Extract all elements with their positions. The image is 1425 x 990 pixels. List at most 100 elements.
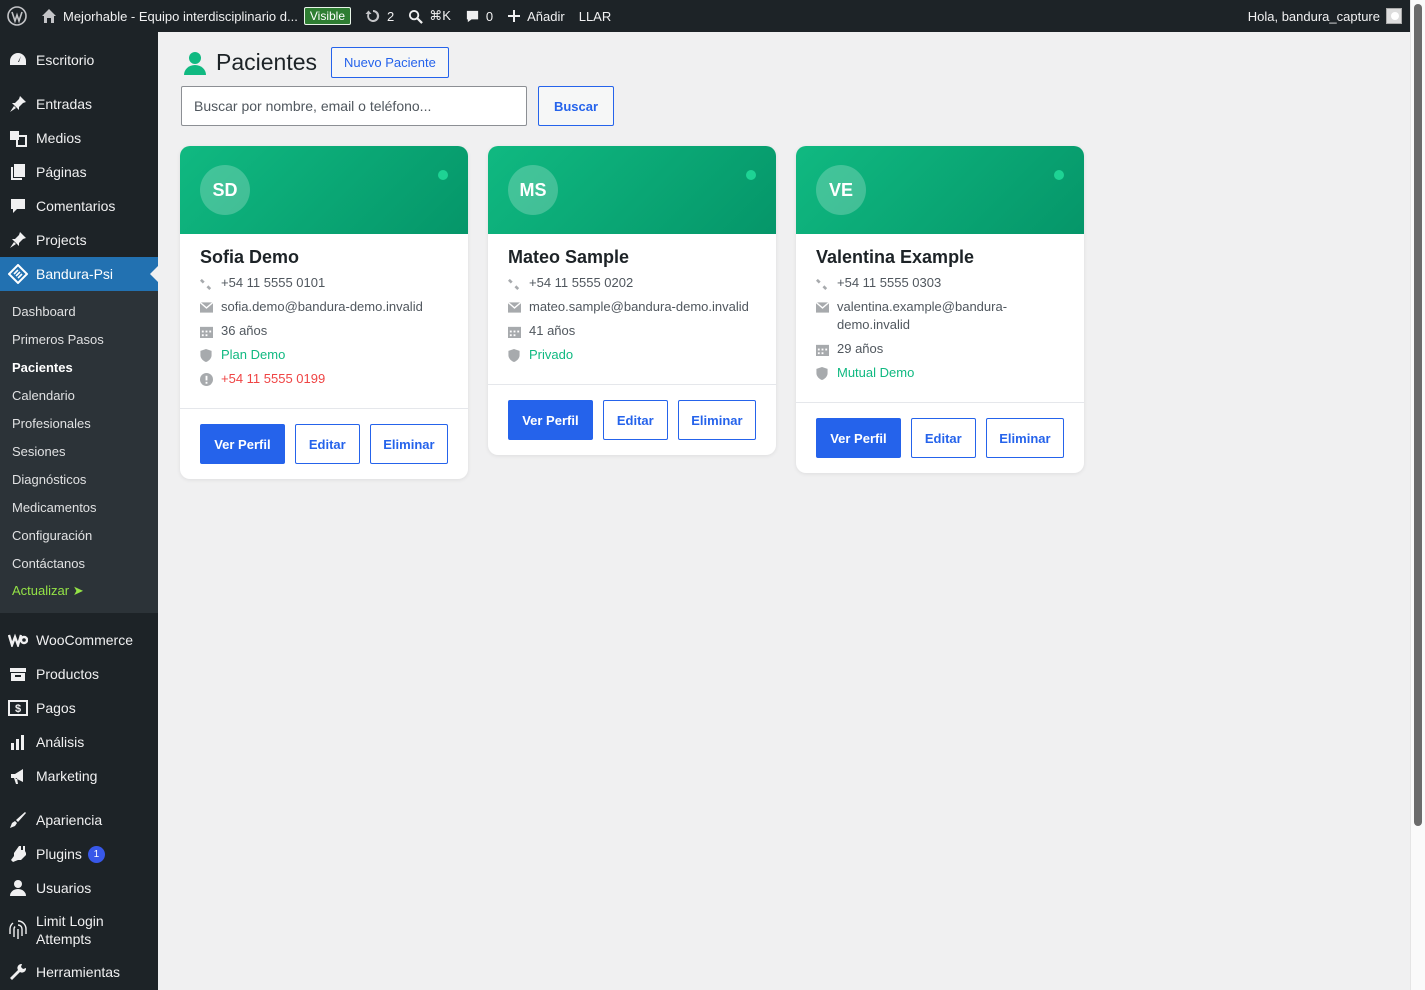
- menu-label: Análisis: [36, 734, 85, 750]
- menu-item-escritorio[interactable]: Escritorio: [0, 43, 158, 77]
- delete-button[interactable]: Eliminar: [985, 418, 1064, 458]
- view-profile-button[interactable]: Ver Perfil: [508, 400, 593, 440]
- menu-label: Pagos: [36, 700, 76, 716]
- menu-label: Escritorio: [36, 52, 95, 68]
- menu-item-usuarios[interactable]: Usuarios: [0, 871, 158, 905]
- plus-icon: [507, 9, 521, 23]
- menu-item-limit-login-attempts[interactable]: Limit Login Attempts: [0, 905, 158, 955]
- phone-icon: [508, 274, 522, 292]
- menu-item-paginas[interactable]: Páginas: [0, 155, 158, 189]
- card-body: Valentina Example +54 11 5555 0303 valen…: [796, 234, 1084, 402]
- menu-item-pagos[interactable]: $ Pagos: [0, 691, 158, 725]
- patient-email: valentina.example@bandura-demo.invalid: [816, 298, 1064, 334]
- submenu-diagnosticos[interactable]: Diagnósticos: [0, 465, 158, 493]
- submenu-profesionales[interactable]: Profesionales: [0, 409, 158, 437]
- menu-label: Bandura-Psi: [36, 266, 114, 282]
- emergency-text: +54 11 5555 0199: [221, 371, 326, 386]
- chart-bar-icon: [8, 732, 28, 752]
- patient-card: SD Sofia Demo +54 11 5555 0101 sofia.dem…: [180, 146, 468, 479]
- my-account-link[interactable]: Hola, bandura_capture: [1241, 0, 1410, 32]
- comments-link[interactable]: 0: [458, 0, 500, 32]
- new-patient-button[interactable]: Nuevo Paciente: [331, 47, 449, 78]
- view-profile-button[interactable]: Ver Perfil: [816, 418, 901, 458]
- site-name-link[interactable]: Mejorhable - Equipo interdisciplinario d…: [34, 0, 358, 32]
- menu-label: Medios: [36, 130, 82, 146]
- submenu-calendario[interactable]: Calendario: [0, 381, 158, 409]
- refresh-icon: [365, 8, 381, 24]
- menu-label: Comentarios: [36, 198, 116, 214]
- submenu-sesiones[interactable]: Sesiones: [0, 437, 158, 465]
- search-shortcut[interactable]: ⌘K: [401, 0, 458, 32]
- add-new-link[interactable]: Añadir: [500, 0, 572, 32]
- patient-email: sofia.demo@bandura-demo.invalid: [200, 298, 448, 316]
- menu-item-apariencia[interactable]: Apariencia: [0, 803, 158, 837]
- email-text: sofia.demo@bandura-demo.invalid: [221, 299, 423, 314]
- pages-icon: [8, 162, 28, 182]
- wrench-icon: [8, 962, 28, 982]
- menu-item-analisis[interactable]: Análisis: [0, 725, 158, 759]
- site-name: Mejorhable - Equipo interdisciplinario d…: [63, 8, 298, 24]
- menu-label: Apariencia: [36, 812, 103, 828]
- email-text: mateo.sample@bandura-demo.invalid: [529, 299, 749, 314]
- comment-icon: [8, 196, 28, 216]
- menu-item-plugins[interactable]: Plugins 1: [0, 837, 158, 871]
- menu-label: Herramientas: [36, 964, 121, 980]
- menu-item-marketing[interactable]: Marketing: [0, 759, 158, 793]
- pin-icon: [8, 94, 28, 114]
- submenu-dashboard[interactable]: Dashboard: [0, 297, 158, 325]
- submenu-configuracion[interactable]: Configuración: [0, 521, 158, 549]
- card-body: Mateo Sample +54 11 5555 0202 mateo.samp…: [488, 234, 776, 384]
- patient-age: 41 años: [508, 322, 756, 340]
- shield-icon: [200, 346, 214, 364]
- menu-item-productos[interactable]: Productos: [0, 657, 158, 691]
- menu-label: Projects: [36, 232, 87, 248]
- avatar-initials: MS: [508, 165, 558, 215]
- plan-text: Plan Demo: [221, 347, 286, 362]
- delete-button[interactable]: Eliminar: [677, 400, 756, 440]
- menu-label: Marketing: [36, 768, 98, 784]
- menu-item-herramientas[interactable]: Herramientas: [0, 955, 158, 989]
- submenu-medicamentos[interactable]: Medicamentos: [0, 493, 158, 521]
- submenu-primeros-pasos[interactable]: Primeros Pasos: [0, 325, 158, 353]
- dashboard-icon: [8, 50, 28, 70]
- view-profile-button[interactable]: Ver Perfil: [200, 424, 285, 464]
- menu-item-woocommerce[interactable]: WooCommerce: [0, 623, 158, 657]
- age-text: 29 años: [837, 341, 884, 356]
- menu-item-projects[interactable]: Projects: [0, 223, 158, 257]
- avatar: [1386, 8, 1402, 24]
- greeting: Hola, bandura_capture: [1247, 8, 1380, 24]
- status-dot: [438, 170, 448, 180]
- svg-text:$: $: [15, 703, 21, 715]
- patient-card: MS Mateo Sample +54 11 5555 0202 mateo.s…: [488, 146, 776, 455]
- plan-text: Mutual Demo: [837, 365, 915, 380]
- wordpress-logo-icon[interactable]: [0, 0, 34, 32]
- patient-email: mateo.sample@bandura-demo.invalid: [508, 298, 756, 316]
- search-row: Buscar: [181, 86, 614, 126]
- menu-label: Productos: [36, 666, 100, 682]
- submenu-contactanos[interactable]: Contáctanos: [0, 549, 158, 577]
- search-button[interactable]: Buscar: [538, 86, 614, 126]
- menu-item-entradas[interactable]: Entradas: [0, 87, 158, 121]
- phone-text: +54 11 5555 0303: [837, 275, 942, 290]
- updates-link[interactable]: 2: [358, 0, 401, 32]
- age-text: 36 años: [221, 323, 268, 338]
- menu-item-bandura-psi[interactable]: Bandura-Psi: [0, 257, 158, 291]
- menu-item-medios[interactable]: Medios: [0, 121, 158, 155]
- menu-item-comentarios[interactable]: Comentarios: [0, 189, 158, 223]
- submenu-actualizar[interactable]: Actualizar ➤: [0, 577, 158, 605]
- calendar-icon: [200, 322, 214, 340]
- llar-link[interactable]: LLAR: [572, 0, 619, 32]
- edit-button[interactable]: Editar: [294, 424, 360, 464]
- submenu-pacientes[interactable]: Pacientes: [0, 353, 158, 381]
- patient-name: Mateo Sample: [508, 247, 630, 267]
- delete-button[interactable]: Eliminar: [369, 424, 448, 464]
- search-input[interactable]: [181, 86, 527, 126]
- edit-button[interactable]: Editar: [910, 418, 976, 458]
- edit-button[interactable]: Editar: [602, 400, 668, 440]
- comments-count: 0: [485, 8, 494, 24]
- page-scrollbar[interactable]: [1410, 0, 1425, 990]
- add-new-label: Añadir: [527, 8, 565, 24]
- user-icon: [8, 878, 28, 898]
- scrollbar-thumb[interactable]: [1414, 4, 1422, 826]
- patient-age: 36 años: [200, 322, 448, 340]
